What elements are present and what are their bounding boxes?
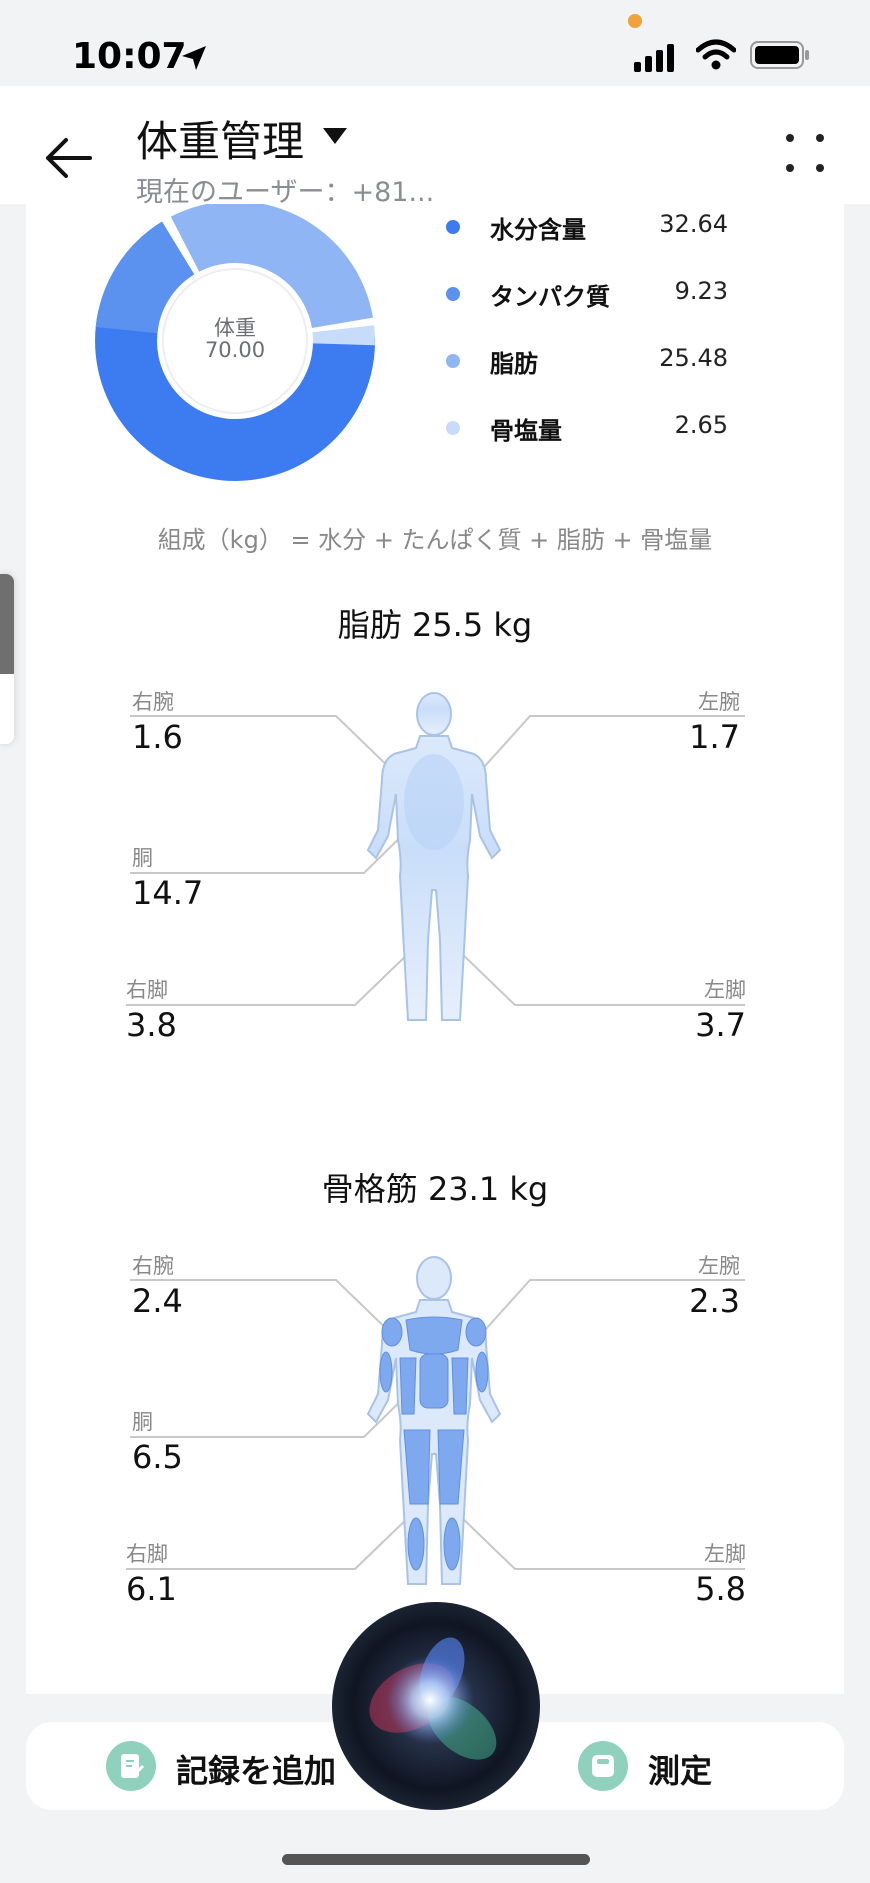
status-time: 10:07 bbox=[72, 36, 187, 77]
muscle-left-arm-value: 2.3 bbox=[689, 1282, 740, 1320]
composition-formula: 組成（kg） = 水分 + たんぱく質 + 脂肪 + 骨塩量 bbox=[157, 526, 713, 554]
note-edit-icon bbox=[121, 1754, 144, 1778]
fat-right-arm-value: 1.6 bbox=[132, 718, 183, 756]
legend-value: 2.65 bbox=[674, 411, 728, 439]
muscle-section-title: 骨格筋 23.1 kg bbox=[321, 1170, 549, 1208]
legend-dot bbox=[446, 421, 460, 435]
page-title[interactable]: 体重管理 bbox=[136, 108, 304, 169]
muscle-left-arm-label: 左腕 bbox=[698, 1254, 740, 1278]
app-header bbox=[0, 86, 870, 204]
add-record-icon[interactable] bbox=[106, 1741, 156, 1791]
fat-trunk-value: 14.7 bbox=[132, 874, 204, 912]
muscle-right-leg-value: 6.1 bbox=[126, 1570, 177, 1608]
legend-dot bbox=[446, 287, 460, 301]
wifi-icon bbox=[696, 39, 736, 70]
home-indicator[interactable] bbox=[282, 1854, 590, 1865]
current-user-label: 現在のユーザー：+81... bbox=[136, 177, 435, 208]
legend-label: 水分含量 bbox=[490, 216, 586, 244]
scale-icon[interactable] bbox=[578, 1741, 628, 1791]
cellular-signal-icon bbox=[634, 44, 674, 72]
legend-dot bbox=[446, 354, 460, 368]
fat-trunk-label: 胴 bbox=[132, 846, 153, 870]
legend-item-bone: 骨塩量 2.65 bbox=[446, 407, 746, 447]
fat-body-figure bbox=[366, 692, 502, 1021]
legend-dot bbox=[446, 220, 460, 234]
muscle-right-leg-label: 右脚 bbox=[126, 1542, 168, 1566]
privacy-indicator-dot bbox=[628, 14, 642, 28]
siri-orb-icon[interactable] bbox=[330, 1600, 542, 1812]
fat-left-arm-label: 左腕 bbox=[698, 690, 740, 714]
battery-icon bbox=[750, 41, 809, 69]
legend-value: 25.48 bbox=[659, 344, 728, 372]
legend-item-water: 水分含量 32.64 bbox=[446, 206, 746, 246]
fat-right-leg-value: 3.8 bbox=[126, 1006, 177, 1044]
muscle-right-arm-label: 右腕 bbox=[132, 1254, 174, 1278]
fat-left-leg-label: 左脚 bbox=[704, 978, 746, 1002]
muscle-body-figure bbox=[366, 1256, 502, 1585]
more-dots-icon[interactable] bbox=[780, 128, 830, 178]
donut-center-value: 70.00 bbox=[204, 338, 266, 362]
legend-item-protein: タンパク質 9.23 bbox=[446, 273, 746, 313]
fat-right-arm-label: 右腕 bbox=[132, 690, 174, 714]
location-arrow-icon bbox=[182, 46, 206, 70]
muscle-left-leg-label: 左脚 bbox=[704, 1542, 746, 1566]
muscle-right-arm-value: 2.4 bbox=[132, 1282, 183, 1320]
scale-device-icon bbox=[592, 1755, 614, 1777]
legend-label: タンパク質 bbox=[490, 283, 610, 311]
add-record-button[interactable]: 記録を追加 bbox=[176, 1746, 336, 1792]
fat-section-title: 脂肪 25.5 kg bbox=[337, 606, 533, 644]
muscle-trunk-label: 胴 bbox=[132, 1410, 153, 1434]
legend-item-fat: 脂肪 25.48 bbox=[446, 340, 746, 380]
fat-left-arm-value: 1.7 bbox=[689, 718, 740, 756]
legend-label: 脂肪 bbox=[490, 350, 538, 378]
measure-button[interactable]: 測定 bbox=[648, 1746, 712, 1792]
legend-value: 9.23 bbox=[674, 277, 728, 305]
muscle-left-leg-value: 5.8 bbox=[695, 1570, 746, 1608]
muscle-trunk-value: 6.5 bbox=[132, 1438, 183, 1476]
fat-right-leg-label: 右脚 bbox=[126, 978, 168, 1002]
legend-label: 骨塩量 bbox=[490, 417, 562, 445]
donut-segment-bone bbox=[312, 325, 375, 346]
back-arrow-icon[interactable] bbox=[40, 130, 96, 186]
fat-left-leg-value: 3.7 bbox=[695, 1006, 746, 1044]
legend-value: 32.64 bbox=[659, 210, 728, 238]
caret-down-icon[interactable] bbox=[322, 126, 348, 146]
